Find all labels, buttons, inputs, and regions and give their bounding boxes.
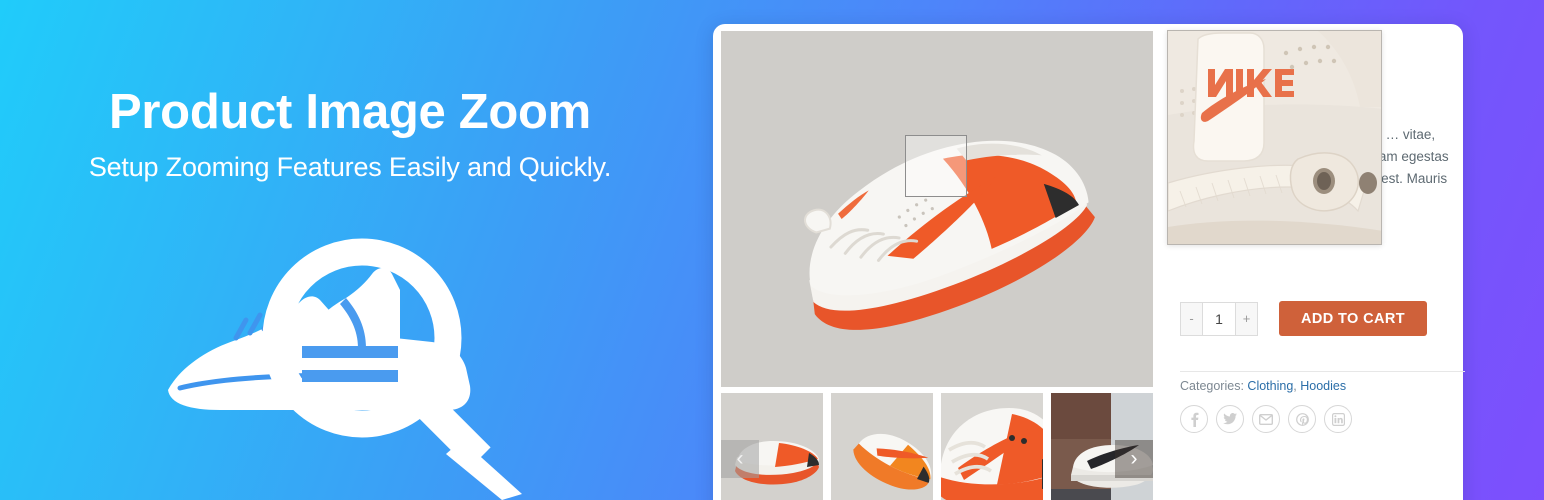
page-subtitle: Setup Zooming Features Easily and Quickl… (88, 152, 612, 182)
thumbnail-item[interactable] (941, 393, 1043, 500)
thumbnail-item[interactable] (831, 393, 933, 500)
promo-section: Product Image Zoom Setup Zooming Feature… (0, 0, 700, 500)
carousel-next-button[interactable]: › (1115, 439, 1153, 478)
thumbnail-item[interactable]: › (1051, 393, 1153, 500)
section-divider (1180, 371, 1465, 372)
main-product-image[interactable] (721, 31, 1153, 387)
facebook-icon[interactable] (1180, 405, 1208, 433)
thumbnail-carousel: ‹ › (721, 393, 1153, 500)
twitter-icon[interactable] (1216, 405, 1244, 433)
categories-line: Categories: Clothing, Hoodies (1180, 379, 1346, 393)
pinterest-icon[interactable] (1288, 405, 1316, 433)
zoom-result-panel (1167, 30, 1382, 245)
categories-label: Categories: (1180, 379, 1244, 393)
page-title: Product Image Zoom (109, 85, 591, 139)
promo-banner: Product Image Zoom Setup Zooming Feature… (0, 0, 1544, 500)
shoe-magnifier-icon (150, 228, 550, 500)
quantity-decrement-button[interactable]: - (1181, 302, 1202, 335)
carousel-prev-button[interactable]: ‹ (721, 439, 759, 478)
linkedin-icon[interactable] (1324, 405, 1352, 433)
category-link-hoodies[interactable]: Hoodies (1300, 379, 1346, 393)
zoom-lens[interactable] (905, 135, 967, 197)
quantity-input[interactable]: 1 (1202, 302, 1236, 335)
quantity-stepper: - 1 + (1180, 301, 1258, 336)
social-share-bar (1180, 405, 1352, 433)
category-link-clothing[interactable]: Clothing (1247, 379, 1293, 393)
email-icon[interactable] (1252, 405, 1280, 433)
quantity-increment-button[interactable]: + (1236, 302, 1257, 335)
add-to-cart-button[interactable]: ADD TO CART (1279, 301, 1428, 336)
cart-controls: - 1 + ADD TO CART (1180, 301, 1428, 336)
thumbnail-item[interactable]: ‹ (721, 393, 823, 500)
